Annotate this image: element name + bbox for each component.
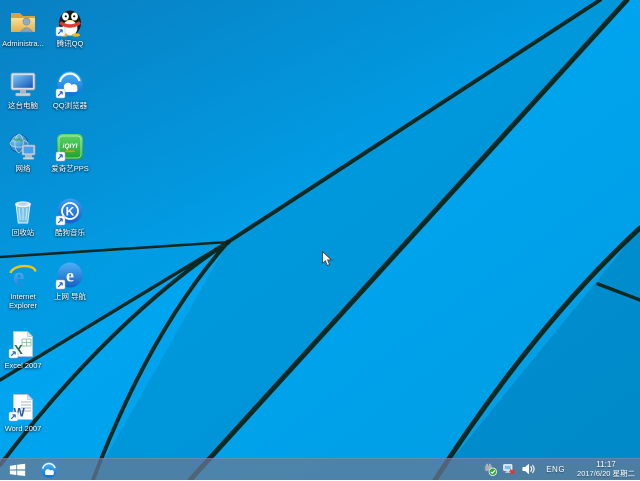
computer-icon <box>8 69 38 99</box>
safely-remove-hardware-icon[interactable] <box>483 462 497 476</box>
web-nav-icon: e <box>55 260 85 290</box>
desktop-icon-label: Internet Explorer <box>0 292 46 311</box>
desktop-icon-label: Word 2007 <box>0 424 46 433</box>
svg-text:iQIYI: iQIYI <box>62 143 77 150</box>
desktop-icon-excel-2007[interactable]: X Excel 2007 <box>0 328 46 370</box>
desktop-icon-label: Administra... <box>0 39 46 48</box>
desktop-icon-label: 上网 导航 <box>47 292 93 301</box>
qq-browser-icon <box>40 461 58 479</box>
desktop-icon-label: 网络 <box>0 164 46 173</box>
desktop-icon-label: Excel 2007 <box>0 361 46 370</box>
desktop[interactable]: Administra... 这台电脑 网络 <box>0 0 640 480</box>
desktop-icon-this-pc[interactable]: 这台电脑 <box>0 68 46 110</box>
desktop-icon-iqiyi-pps[interactable]: iQIYI 爱奇艺PPS <box>47 131 93 173</box>
shortcut-arrow-badge <box>56 216 65 225</box>
wallpaper <box>0 0 640 480</box>
start-button[interactable] <box>0 459 34 481</box>
excel-icon: X <box>8 329 38 359</box>
volume-icon[interactable] <box>521 462 535 476</box>
desktop-icon-label: 腾讯QQ <box>47 39 93 48</box>
desktop-icon-label: 这台电脑 <box>0 101 46 110</box>
qq-penguin-icon <box>55 7 85 37</box>
taskbar-pinned-qq-browser[interactable] <box>34 459 64 481</box>
word-icon: W <box>8 392 38 422</box>
taskbar-clock[interactable]: 11:17 2017/6/20 星期二 <box>577 461 637 478</box>
desktop-icon-web-navigation[interactable]: e 上网 导航 <box>47 259 93 301</box>
shortcut-arrow-badge <box>56 152 65 161</box>
desktop-icon-internet-explorer[interactable]: e Internet Explorer <box>0 259 46 311</box>
recycle-bin-icon <box>8 196 38 226</box>
language-indicator[interactable]: ENG <box>546 465 565 474</box>
desktop-icon-word-2007[interactable]: W Word 2007 <box>0 391 46 433</box>
windows-logo-icon <box>9 463 26 477</box>
desktop-icon-label: 酷狗音乐 <box>47 228 93 237</box>
svg-text:e: e <box>66 266 74 286</box>
network-disconnected-icon[interactable] <box>502 462 516 476</box>
folder-user-icon <box>8 7 38 37</box>
iqiyi-icon: iQIYI <box>55 132 85 162</box>
svg-text:K: K <box>66 205 75 219</box>
shortcut-arrow-badge <box>56 280 65 289</box>
ie-icon: e <box>8 260 38 290</box>
desktop-icon-kugou-music[interactable]: K 酷狗音乐 <box>47 195 93 237</box>
taskbar: ENG 11:17 2017/6/20 星期二 <box>0 458 640 480</box>
qq-browser-icon <box>55 69 85 99</box>
desktop-icon-qq-browser[interactable]: QQ浏览器 <box>47 68 93 110</box>
shortcut-arrow-badge <box>56 27 65 36</box>
desktop-icon-network[interactable]: 网络 <box>0 131 46 173</box>
desktop-icon-label: 回收站 <box>0 228 46 237</box>
desktop-icon-label: 爱奇艺PPS <box>47 164 93 173</box>
kugou-icon: K <box>55 196 85 226</box>
network-globe-icon <box>8 132 38 162</box>
shortcut-arrow-badge <box>9 412 18 421</box>
desktop-icon-tencent-qq[interactable]: 腾讯QQ <box>47 6 93 48</box>
system-tray: ENG 11:17 2017/6/20 星期二 <box>483 461 640 478</box>
desktop-icon-label: QQ浏览器 <box>47 101 93 110</box>
shortcut-arrow-badge <box>56 89 65 98</box>
desktop-icon-administrator-folder[interactable]: Administra... <box>0 6 46 48</box>
shortcut-arrow-badge <box>9 349 18 358</box>
desktop-icon-recycle-bin[interactable]: 回收站 <box>0 195 46 237</box>
clock-date: 2017/6/20 星期二 <box>577 470 635 478</box>
mouse-cursor <box>322 251 333 268</box>
